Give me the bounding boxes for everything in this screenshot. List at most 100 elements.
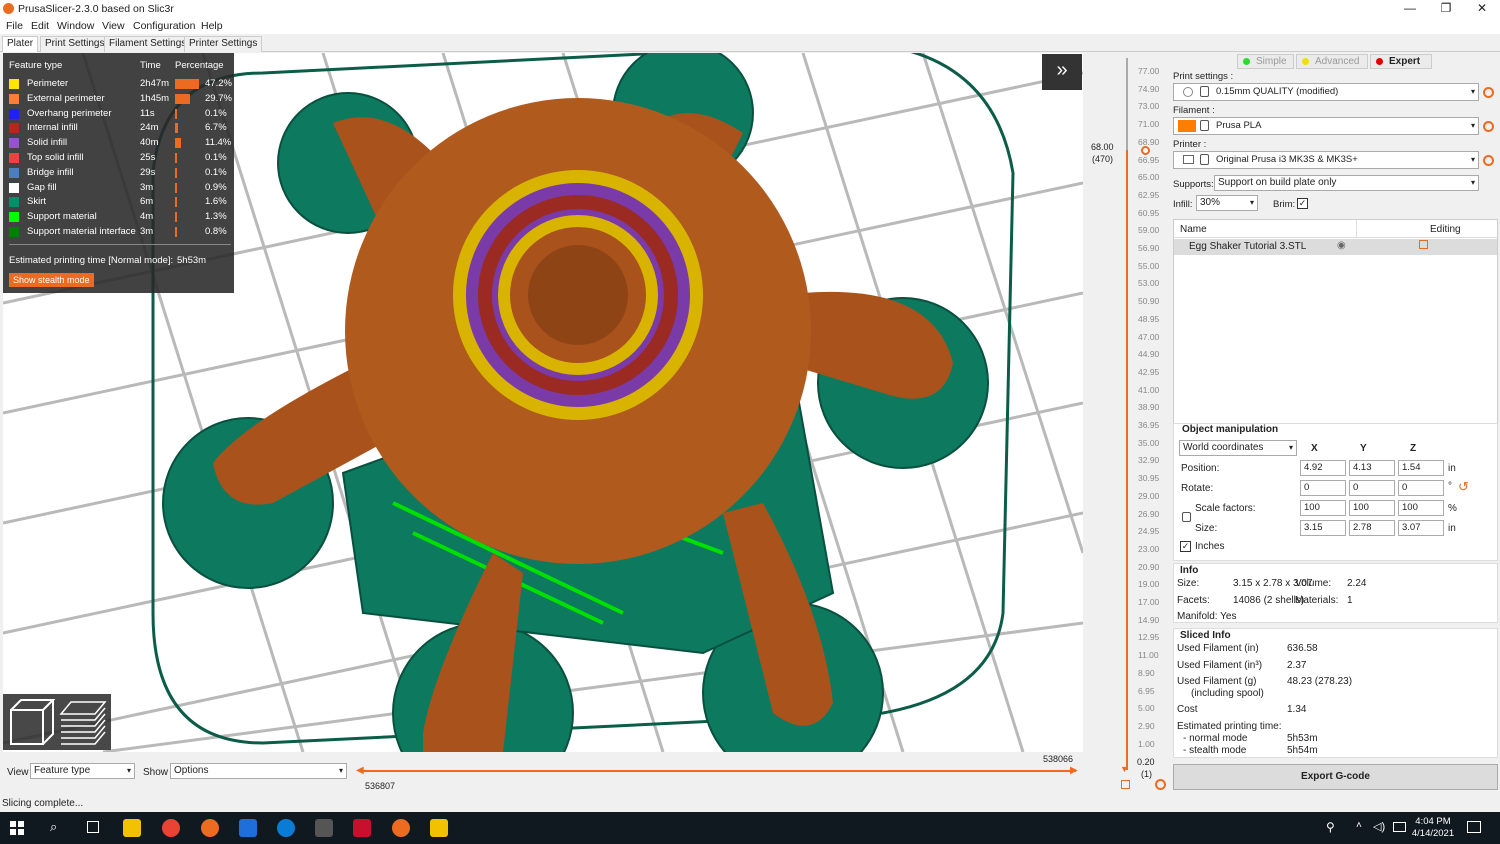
menu-configuration[interactable]: Configuration xyxy=(133,20,195,32)
prusaslicer-active-icon[interactable] xyxy=(392,819,410,837)
rotate-x-input[interactable]: 0 xyxy=(1300,480,1346,496)
view-select[interactable]: Feature type ▾ xyxy=(30,763,135,779)
position-y-input[interactable]: 4.13 xyxy=(1349,460,1395,476)
rotate-y-input[interactable]: 0 xyxy=(1349,480,1395,496)
system-clock[interactable]: 4:04 PM 4/14/2021 xyxy=(1408,816,1458,840)
network-icon[interactable]: ⚲ xyxy=(1326,820,1335,834)
app-icon[interactable] xyxy=(239,819,257,837)
sliced-info-value: 1.34 xyxy=(1287,704,1307,715)
legend-row[interactable]: Bridge infill 29s 0.1% xyxy=(9,166,231,181)
legend-row[interactable]: Gap fill 3m 0.9% xyxy=(9,181,231,196)
legend-row[interactable]: Solid infill 40m 11.4% xyxy=(9,136,231,151)
legend-row[interactable]: Internal infill 24m 6.7% xyxy=(9,121,231,136)
printer-combo[interactable]: Original Prusa i3 MK3S & MK3S+ ▾ xyxy=(1173,151,1479,169)
edit-icon[interactable] xyxy=(1419,240,1428,249)
coordinates-select[interactable]: World coordinates ▾ xyxy=(1179,440,1297,456)
mode-simple-button[interactable]: Simple xyxy=(1237,54,1294,69)
minimize-button[interactable]: — xyxy=(1392,0,1428,18)
vslider-tick-label: 62.95 xyxy=(1138,189,1160,200)
solidworks-icon[interactable] xyxy=(353,819,371,837)
notification-tray-icon[interactable] xyxy=(1393,822,1406,832)
legend-color-swatch xyxy=(9,227,19,237)
scale-z-input[interactable]: 100 xyxy=(1398,500,1444,516)
show-stealth-mode-button[interactable]: Show stealth mode xyxy=(9,273,94,287)
visibility-eye-icon[interactable]: ◉ xyxy=(1337,240,1346,251)
lock-icon[interactable] xyxy=(1121,780,1130,789)
size-z-input[interactable]: 3.07 xyxy=(1398,520,1444,536)
tab-printer-settings[interactable]: Printer Settings xyxy=(184,36,263,52)
inches-checkbox[interactable]: ✓ xyxy=(1180,541,1191,552)
gear-icon[interactable] xyxy=(1155,779,1166,790)
windows-start-icon[interactable] xyxy=(10,821,24,835)
collapse-sidebar-icon[interactable]: » xyxy=(1042,54,1082,90)
vslider-tick-label: 66.95 xyxy=(1138,154,1160,165)
chrome-icon[interactable] xyxy=(162,819,180,837)
scale-y-input[interactable]: 100 xyxy=(1349,500,1395,516)
supports-select[interactable]: Support on build plate only ▾ xyxy=(1214,175,1479,191)
vslider-bottom-thumb-icon[interactable]: ▼ xyxy=(1120,764,1129,774)
axis-y-label: Y xyxy=(1360,443,1367,454)
action-center-icon[interactable] xyxy=(1467,821,1481,833)
filament-gear-icon[interactable] xyxy=(1483,121,1494,132)
maximize-button[interactable]: ❐ xyxy=(1428,0,1464,18)
sticky-notes-icon[interactable] xyxy=(123,819,141,837)
legend-row[interactable]: Overhang perimeter 11s 0.1% xyxy=(9,107,231,122)
legend-row[interactable]: Support material interface 3m 0.8% xyxy=(9,225,231,240)
size-y-input[interactable]: 2.78 xyxy=(1349,520,1395,536)
print-settings-combo[interactable]: 0.15mm QUALITY (modified) ▾ xyxy=(1173,83,1479,101)
close-button[interactable]: ✕ xyxy=(1464,0,1500,18)
menu-window[interactable]: Window xyxy=(57,20,94,32)
print-settings-gear-icon[interactable] xyxy=(1483,87,1494,98)
layers-view-icon[interactable] xyxy=(59,701,107,745)
mode-advanced-label: Advanced xyxy=(1315,56,1360,67)
column-name[interactable]: Name xyxy=(1180,224,1207,235)
volume-icon[interactable]: ◁) xyxy=(1373,820,1385,833)
hslider-right-thumb-icon[interactable]: ▶ xyxy=(1070,765,1078,776)
reset-rotation-icon[interactable]: ↺ xyxy=(1458,479,1469,495)
task-view-icon[interactable] xyxy=(87,821,99,833)
menu-view[interactable]: View xyxy=(102,20,125,32)
mode-advanced-button[interactable]: Advanced xyxy=(1296,54,1368,69)
file-explorer-icon[interactable] xyxy=(430,819,448,837)
tab-plater[interactable]: Plater xyxy=(2,36,39,52)
vslider-top-thumb-icon[interactable] xyxy=(1141,146,1150,155)
legend-row[interactable]: External perimeter 1h45m 29.7% xyxy=(9,92,232,107)
legend-row[interactable]: Top solid infill 25s 0.1% xyxy=(9,151,231,166)
legend-row[interactable]: Skirt 6m 1.6% xyxy=(9,195,231,210)
app-icon[interactable] xyxy=(315,819,333,837)
3d-view-icon[interactable] xyxy=(10,699,56,745)
vertical-layer-slider[interactable]: 77.00 74.90 73.00 71.00 68.90 66.95 65.00 62.95… xyxy=(1090,58,1170,794)
axis-z-label: Z xyxy=(1410,443,1417,454)
export-gcode-button[interactable]: Export G-code xyxy=(1173,764,1498,790)
horizontal-slider[interactable] xyxy=(360,770,1076,772)
tab-filament-settings[interactable]: Filament Settings xyxy=(104,36,192,52)
prusaslicer-taskbar-icon[interactable] xyxy=(201,819,219,837)
object-list-header: Name Editing xyxy=(1174,220,1497,238)
filament-color-swatch[interactable] xyxy=(1178,120,1196,132)
rotate-z-input[interactable]: 0 xyxy=(1398,480,1444,496)
menu-edit[interactable]: Edit xyxy=(31,20,49,32)
show-select[interactable]: Options ▾ xyxy=(170,763,347,779)
legend-row[interactable]: Support material 4m 1.3% xyxy=(9,210,231,225)
scale-x-input[interactable]: 100 xyxy=(1300,500,1346,516)
infill-select[interactable]: 30% ▾ xyxy=(1196,195,1258,211)
hslider-left-thumb-icon[interactable]: ◀ xyxy=(356,765,364,776)
position-x-input[interactable]: 4.92 xyxy=(1300,460,1346,476)
filament-combo[interactable]: Prusa PLA ▾ xyxy=(1173,117,1479,135)
printer-gear-icon[interactable] xyxy=(1483,155,1494,166)
chevron-up-icon[interactable]: ˄ xyxy=(1356,820,1362,831)
position-z-input[interactable]: 1.54 xyxy=(1398,460,1444,476)
app-icon[interactable] xyxy=(277,819,295,837)
search-icon[interactable]: ⌕ xyxy=(50,819,57,835)
scale-lock-icon[interactable] xyxy=(1182,512,1191,522)
column-editing[interactable]: Editing xyxy=(1430,224,1461,235)
menu-help[interactable]: Help xyxy=(201,20,223,32)
mode-expert-button[interactable]: Expert xyxy=(1370,54,1432,69)
size-x-input[interactable]: 3.15 xyxy=(1300,520,1346,536)
menu-file[interactable]: File xyxy=(6,20,23,32)
legend-row[interactable]: Perimeter 2h47m 47.2% xyxy=(9,77,232,92)
brim-checkbox[interactable]: ✓ xyxy=(1297,198,1308,209)
show-select-value: Options xyxy=(174,765,209,776)
object-row[interactable]: Egg Shaker Tutorial 3.STL ◉ xyxy=(1174,239,1497,255)
tab-print-settings[interactable]: Print Settings xyxy=(40,36,110,52)
